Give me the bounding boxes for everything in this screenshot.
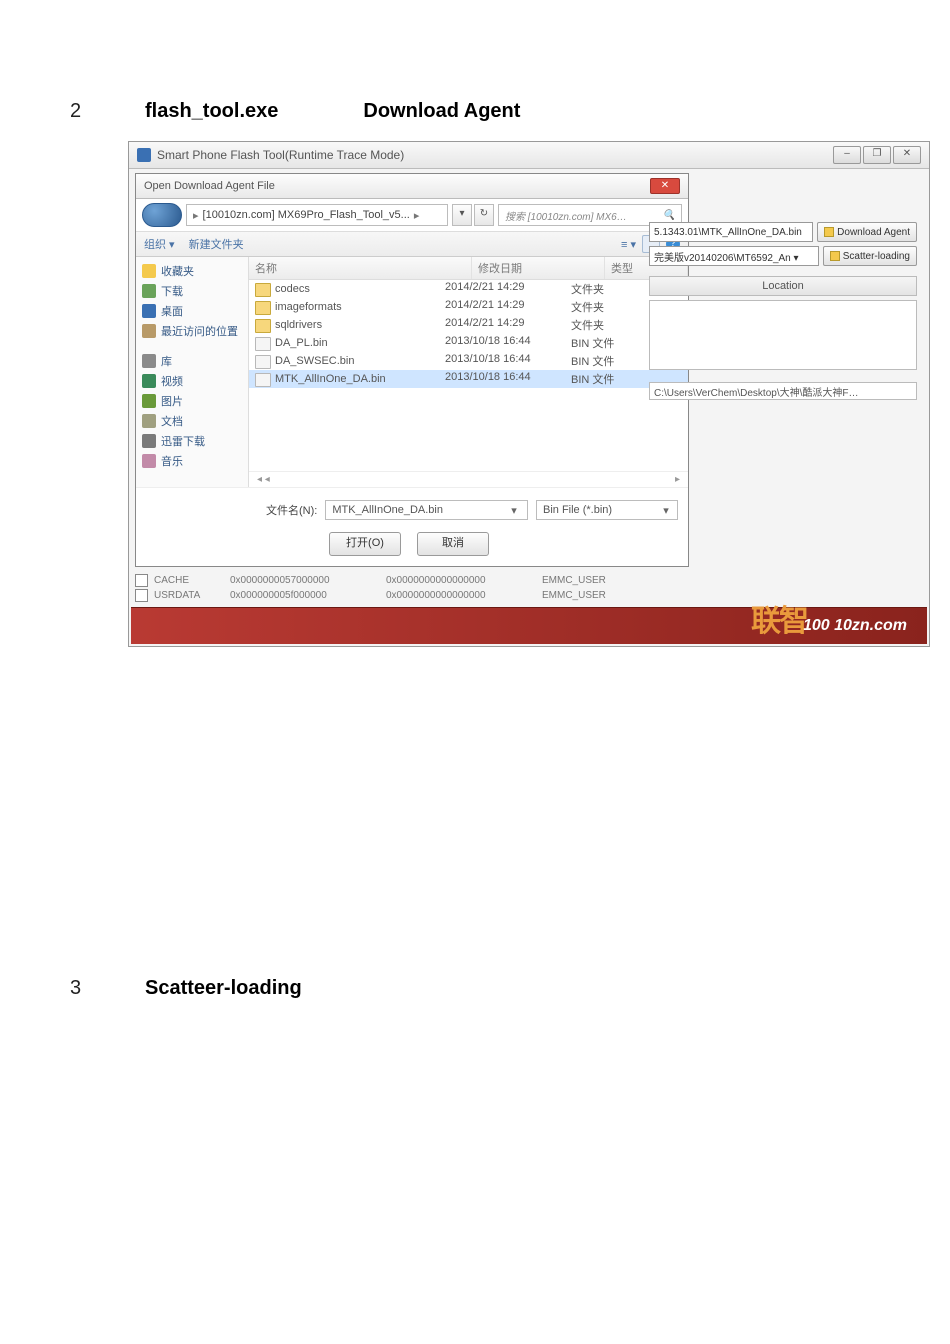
refresh-button[interactable]: ↻ bbox=[474, 204, 494, 226]
toolbar-new-folder[interactable]: 新建文件夹 bbox=[189, 236, 244, 252]
file-icon bbox=[255, 373, 271, 387]
open-button[interactable]: 打开(O) bbox=[329, 532, 401, 556]
folder-icon bbox=[255, 319, 271, 333]
partition-checkbox[interactable] bbox=[135, 574, 148, 587]
cancel-button[interactable]: 取消 bbox=[417, 532, 489, 556]
file-icon bbox=[255, 337, 271, 351]
maximize-button[interactable]: ❐ bbox=[863, 146, 891, 164]
location-list bbox=[649, 300, 917, 370]
scatter-btn-icon bbox=[830, 251, 840, 261]
step-3-heading: 3 Scatteer-loading bbox=[70, 977, 880, 1000]
file-row[interactable]: DA_SWSEC.bin2013/10/18 16:44BIN 文件 bbox=[249, 352, 688, 370]
folder-icon bbox=[255, 301, 271, 315]
breadcrumb-sep2-icon: ▸ bbox=[414, 209, 420, 222]
dialog-close-button[interactable]: ✕ bbox=[650, 178, 680, 194]
close-button[interactable]: ✕ bbox=[893, 146, 921, 164]
da-path-field: 5.1343.01\MTK_AllInOne_DA.bin bbox=[649, 222, 813, 242]
step-2-label-a: flash_tool.exe bbox=[145, 100, 278, 123]
hscroll-right[interactable]: ▸ bbox=[675, 474, 680, 485]
sidebar-music[interactable]: 音乐 bbox=[138, 451, 246, 471]
brand-logo: 联智 bbox=[751, 596, 807, 640]
column-name[interactable]: 名称 bbox=[249, 257, 472, 279]
sidebar-favorites[interactable]: 收藏夹 bbox=[138, 261, 246, 281]
filetype-dropdown-icon: ▾ bbox=[659, 504, 673, 517]
scatter-path-field[interactable]: 完美版v20140206\MT6592_An ▾ bbox=[649, 246, 819, 266]
breadcrumb-dropdown[interactable]: ▾ bbox=[452, 204, 472, 226]
filename-label: 文件名(N): bbox=[266, 502, 317, 518]
folder-icon bbox=[255, 283, 271, 297]
sidebar-library[interactable]: 库 bbox=[138, 351, 246, 371]
nav-back-forward[interactable] bbox=[142, 203, 182, 227]
search-icon: 🔍 bbox=[663, 210, 675, 221]
main-window-titlebar: Smart Phone Flash Tool(Runtime Trace Mod… bbox=[129, 142, 929, 169]
view-mode-icon[interactable]: ≡ ▾ bbox=[621, 238, 636, 251]
file-row[interactable]: codecs2014/2/21 14:29文件夹 bbox=[249, 280, 688, 298]
partition-checkbox[interactable] bbox=[135, 589, 148, 602]
sidebar-downloads[interactable]: 下载 bbox=[138, 281, 246, 301]
brand-strip: 联智 100 10zn.com bbox=[131, 607, 927, 644]
file-row[interactable]: DA_PL.bin2013/10/18 16:44BIN 文件 bbox=[249, 334, 688, 352]
breadcrumb-path: [10010zn.com] MX69Pro_Flash_Tool_v5... bbox=[203, 209, 410, 221]
toolbar-organize[interactable]: 组织 ▾ bbox=[144, 236, 175, 252]
brand-site: 100 10zn.com bbox=[803, 617, 907, 635]
dialog-sidebar: 收藏夹 下载 桌面 最近访问的位置 库 视频 图片 文档 迅雷下载 音乐 bbox=[136, 257, 249, 487]
file-type-select[interactable]: Bin File (*.bin) ▾ bbox=[536, 500, 678, 520]
flash-tool-right-panel: 5.1343.01\MTK_AllInOne_DA.bin Download A… bbox=[649, 222, 917, 400]
app-icon bbox=[137, 148, 151, 162]
filename-dropdown-icon[interactable]: ▾ bbox=[507, 504, 521, 517]
screenshot-flash-tool: Smart Phone Flash Tool(Runtime Trace Mod… bbox=[128, 141, 930, 647]
file-icon bbox=[255, 355, 271, 369]
minimize-button[interactable]: – bbox=[833, 146, 861, 164]
column-date[interactable]: 修改日期 bbox=[472, 257, 605, 279]
file-row[interactable]: imageformats2014/2/21 14:29文件夹 bbox=[249, 298, 688, 316]
sidebar-desktop[interactable]: 桌面 bbox=[138, 301, 246, 321]
hscroll-left[interactable]: ◂ ◂ bbox=[257, 474, 270, 485]
step-2-heading: 2 flash_tool.exe Download Agent bbox=[70, 100, 880, 123]
scatter-full-path: C:\Users\VerChem\Desktop\大神\酷派大神F… bbox=[649, 382, 917, 400]
sidebar-recent[interactable]: 最近访问的位置 bbox=[138, 321, 246, 341]
da-btn-icon bbox=[824, 227, 834, 237]
breadcrumb[interactable]: ▸ [10010zn.com] MX69Pro_Flash_Tool_v5...… bbox=[186, 204, 448, 226]
sidebar-xunlei[interactable]: 迅雷下载 bbox=[138, 431, 246, 451]
location-header: Location bbox=[649, 276, 917, 296]
sidebar-picture[interactable]: 图片 bbox=[138, 391, 246, 411]
step-3-label: Scatteer-loading bbox=[145, 977, 302, 1000]
sidebar-docs[interactable]: 文档 bbox=[138, 411, 246, 431]
step-3-number: 3 bbox=[70, 977, 90, 1000]
open-file-dialog: Open Download Agent File ✕ ▸ [10010zn.co… bbox=[135, 173, 689, 567]
sidebar-video[interactable]: 视频 bbox=[138, 371, 246, 391]
file-row[interactable]: MTK_AllInOne_DA.bin2013/10/18 16:44BIN 文… bbox=[249, 370, 688, 388]
file-row[interactable]: sqldrivers2014/2/21 14:29文件夹 bbox=[249, 316, 688, 334]
download-agent-button[interactable]: Download Agent bbox=[817, 222, 917, 242]
file-list: 名称 修改日期 类型 codecs2014/2/21 14:29文件夹image… bbox=[249, 257, 688, 487]
dialog-title: Open Download Agent File bbox=[144, 180, 275, 192]
step-2-label-b: Download Agent bbox=[363, 100, 520, 123]
breadcrumb-sep-icon: ▸ bbox=[193, 209, 199, 222]
step-2-number: 2 bbox=[70, 100, 90, 123]
scatter-loading-button[interactable]: Scatter-loading bbox=[823, 246, 917, 266]
main-window-title: Smart Phone Flash Tool(Runtime Trace Mod… bbox=[157, 148, 404, 162]
partition-row: CACHE0x00000000570000000x000000000000000… bbox=[135, 573, 923, 588]
filename-input[interactable]: MTK_AllInOne_DA.bin ▾ bbox=[325, 500, 528, 520]
